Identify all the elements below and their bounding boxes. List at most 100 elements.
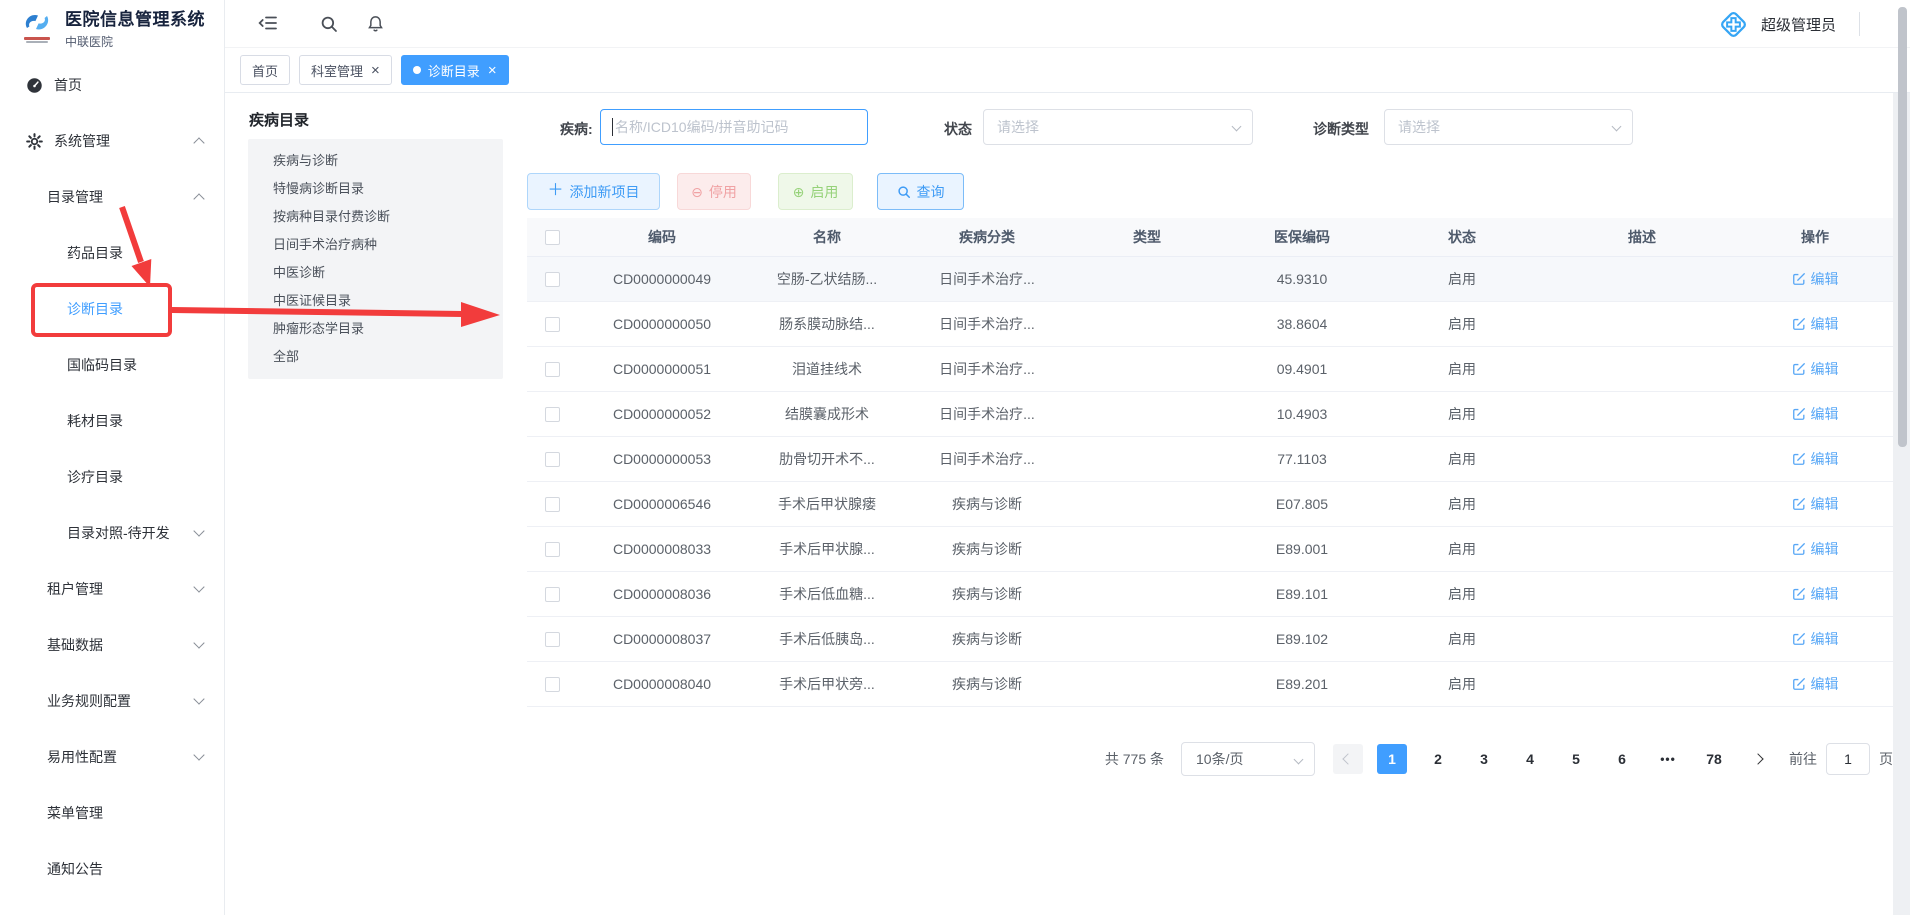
cell-insurance-code: 77.1103	[1227, 436, 1377, 481]
bell-icon[interactable]	[367, 15, 384, 33]
row-checkbox[interactable]	[545, 362, 560, 377]
user-menu[interactable]: 超级管理员	[1717, 0, 1860, 48]
dashboard-icon	[26, 77, 43, 94]
search-icon[interactable]	[320, 15, 338, 33]
table-row: CD0000008036手术后低血糖...疾病与诊断E89.101启用编辑	[527, 571, 1893, 616]
cell-category: 日间手术治疗...	[907, 436, 1067, 481]
chevron-right-icon	[1752, 753, 1763, 764]
sidebar-item[interactable]: 系统管理	[0, 113, 224, 169]
page-button-4[interactable]: 4	[1515, 744, 1545, 774]
catalog-item[interactable]: 全部	[273, 343, 503, 371]
add-new-item-button[interactable]: ＋ 添加新项目	[527, 173, 660, 210]
cell-type	[1067, 391, 1227, 436]
catalog-item[interactable]: 中医诊断	[273, 259, 503, 287]
cell-description	[1547, 301, 1737, 346]
query-button[interactable]: 查询	[877, 173, 964, 210]
enable-button[interactable]: ⊕ 启用	[778, 173, 853, 210]
cell-type	[1067, 436, 1227, 481]
tab-diagnosis-catalog[interactable]: 诊断目录 ×	[401, 55, 509, 85]
page-button-2[interactable]: 2	[1423, 744, 1453, 774]
goto-page-input[interactable]	[1826, 743, 1870, 775]
sidebar-item-active[interactable]: 诊断目录	[0, 281, 224, 337]
edit-link[interactable]: 编辑	[1792, 539, 1839, 559]
goto-unit: 页	[1879, 749, 1893, 769]
status-select[interactable]: 请选择	[983, 109, 1253, 145]
sidebar-item[interactable]: 租户管理	[0, 561, 224, 617]
page-size-select[interactable]: 10条/页	[1181, 742, 1315, 776]
edit-link[interactable]: 编辑	[1792, 629, 1839, 649]
sidebar-item-label: 菜单管理	[47, 803, 103, 823]
sidebar-item-label: 国临码目录	[67, 355, 137, 375]
edit-link[interactable]: 编辑	[1792, 449, 1839, 469]
scrollbar-thumb[interactable]	[1898, 7, 1907, 447]
sidebar-item[interactable]: 易用性配置	[0, 729, 224, 785]
table-row: CD0000000049空肠-乙状结肠...日间手术治疗...45.9310启用…	[527, 256, 1893, 301]
row-checkbox[interactable]	[545, 497, 560, 512]
table-row: CD0000000052结膜囊成形术日间手术治疗...10.4903启用编辑	[527, 391, 1893, 436]
catalog-item[interactable]: 特慢病诊断目录	[273, 175, 503, 203]
edit-icon	[1792, 452, 1806, 466]
sidebar-item[interactable]: 通知公告	[0, 841, 224, 897]
tab-department-management[interactable]: 科室管理 ×	[299, 55, 392, 85]
disease-catalog-panel: 疾病目录 疾病与诊断特慢病诊断目录按病种目录付费诊断日间手术治疗病种中医诊断中医…	[247, 109, 503, 379]
row-checkbox[interactable]	[545, 587, 560, 602]
row-checkbox[interactable]	[545, 452, 560, 467]
cell-description	[1547, 256, 1737, 301]
sidebar-item[interactable]: 药品目录	[0, 225, 224, 281]
collapse-sidebar-icon[interactable]	[258, 15, 278, 31]
select-all-checkbox[interactable]	[545, 230, 560, 245]
row-checkbox[interactable]	[545, 632, 560, 647]
next-page-button[interactable]	[1743, 744, 1773, 774]
row-checkbox[interactable]	[545, 407, 560, 422]
row-checkbox[interactable]	[545, 677, 560, 692]
sidebar-item[interactable]: 业务规则配置	[0, 673, 224, 729]
page-button-6[interactable]: 6	[1607, 744, 1637, 774]
row-checkbox[interactable]	[545, 317, 560, 332]
tab-home[interactable]: 首页	[240, 55, 290, 85]
cell-type	[1067, 346, 1227, 391]
edit-link[interactable]: 编辑	[1792, 269, 1839, 289]
sidebar-item-label: 租户管理	[47, 579, 103, 599]
query-button-label: 查询	[917, 182, 945, 202]
catalog-title: 疾病目录	[249, 109, 503, 130]
catalog-item[interactable]: 中医证候目录	[273, 287, 503, 315]
sidebar-item[interactable]: 首页	[0, 57, 224, 113]
close-icon[interactable]: ×	[371, 63, 380, 78]
disease-search-input[interactable]: 名称/ICD10编码/拼音助记码	[600, 109, 868, 145]
catalog-item[interactable]: 按病种目录付费诊断	[273, 203, 503, 231]
col-header-category: 疾病分类	[907, 218, 1067, 256]
page-button-5[interactable]: 5	[1561, 744, 1591, 774]
row-checkbox[interactable]	[545, 542, 560, 557]
table-row: CD0000000050肠系膜动脉结...日间手术治疗...38.8604启用编…	[527, 301, 1893, 346]
disable-button[interactable]: ⊖ 停用	[677, 173, 751, 210]
edit-link[interactable]: 编辑	[1792, 584, 1839, 604]
catalog-item[interactable]: 日间手术治疗病种	[273, 231, 503, 259]
sidebar-item[interactable]: 耗材目录	[0, 393, 224, 449]
sidebar-item[interactable]: 菜单管理	[0, 785, 224, 841]
sidebar-item[interactable]: 目录管理	[0, 169, 224, 225]
edit-link[interactable]: 编辑	[1792, 314, 1839, 334]
edit-link[interactable]: 编辑	[1792, 494, 1839, 514]
row-checkbox[interactable]	[545, 272, 560, 287]
sidebar-item[interactable]: 国临码目录	[0, 337, 224, 393]
page-button-78[interactable]: 78	[1699, 744, 1729, 774]
sidebar-item[interactable]: 基础数据	[0, 617, 224, 673]
diagnosis-type-select[interactable]: 请选择	[1384, 109, 1633, 145]
prev-page-button[interactable]	[1333, 744, 1363, 774]
sidebar-item[interactable]: 诊疗目录	[0, 449, 224, 505]
cell-insurance-code: 10.4903	[1227, 391, 1377, 436]
close-icon[interactable]: ×	[488, 63, 497, 78]
page-button-1[interactable]: 1	[1377, 744, 1407, 774]
edit-link[interactable]: 编辑	[1792, 674, 1839, 694]
catalog-item[interactable]: 肿瘤形态学目录	[273, 315, 503, 343]
edit-link[interactable]: 编辑	[1792, 359, 1839, 379]
page-ellipsis[interactable]: •••	[1653, 744, 1683, 774]
page-button-3[interactable]: 3	[1469, 744, 1499, 774]
edit-link[interactable]: 编辑	[1792, 404, 1839, 424]
sidebar-item-label: 药品目录	[67, 243, 123, 263]
chevron-up-icon	[193, 193, 204, 204]
edit-label: 编辑	[1811, 539, 1839, 559]
catalog-list: 疾病与诊断特慢病诊断目录按病种目录付费诊断日间手术治疗病种中医诊断中医证候目录肿…	[248, 139, 503, 379]
catalog-item[interactable]: 疾病与诊断	[273, 147, 503, 175]
sidebar-item[interactable]: 目录对照-待开发	[0, 505, 224, 561]
